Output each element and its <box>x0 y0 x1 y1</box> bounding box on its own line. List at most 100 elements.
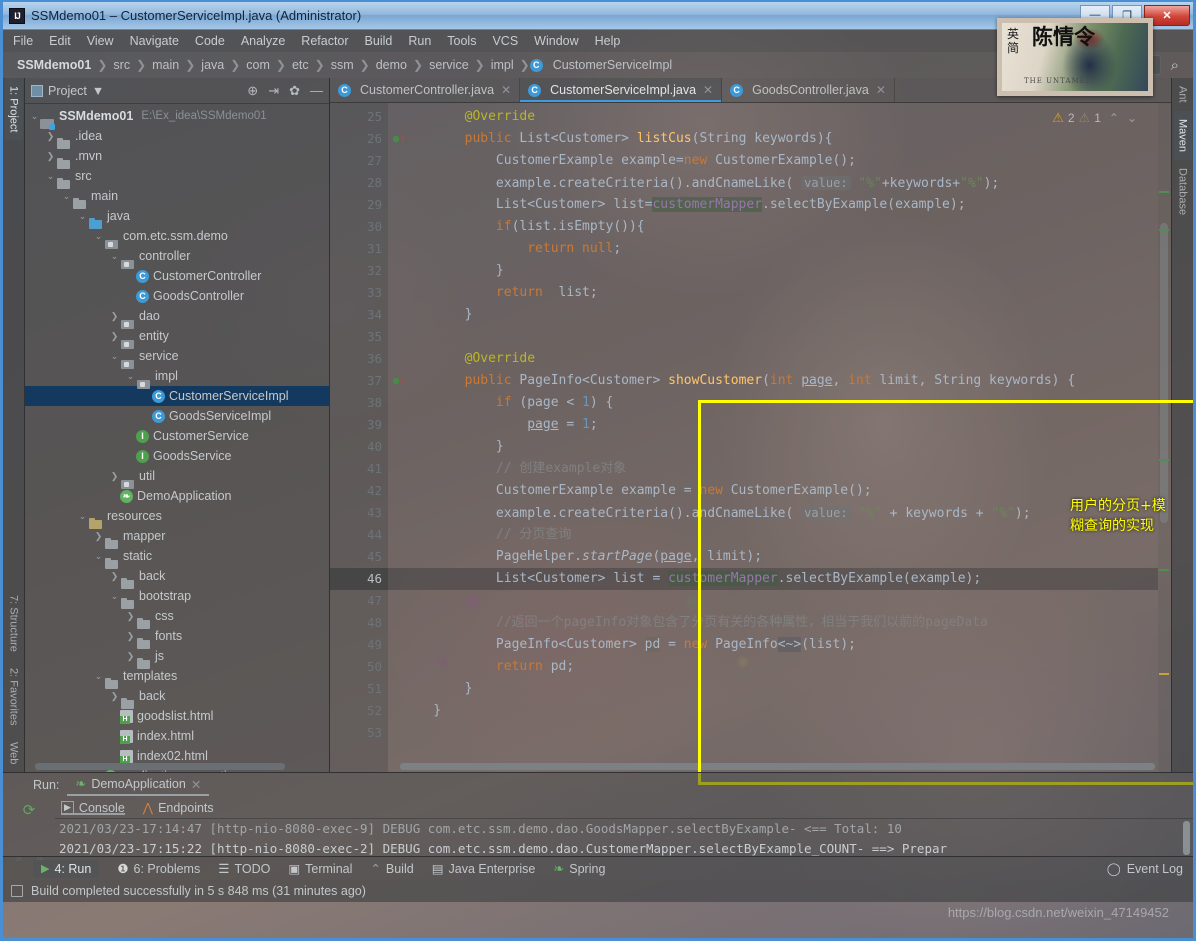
inspection-status-widget[interactable]: ⚠ 2 ⚠ 1 ⌃ ⌄ <box>1052 110 1137 126</box>
tree-node[interactable]: ⌄ service <box>25 346 329 369</box>
code-line[interactable]: } <box>388 436 1158 458</box>
code-line[interactable]: return list; <box>388 282 1158 304</box>
code-text-area[interactable]: @Override public List<Customer> listCus(… <box>388 103 1158 772</box>
gutter-line-number[interactable]: 45 <box>330 546 388 568</box>
code-line[interactable]: CustomerExample example=new CustomerExam… <box>388 150 1158 172</box>
project-tree-hscrollbar[interactable] <box>35 763 285 770</box>
sidebar-item-structure[interactable]: 7: Structure <box>5 587 23 660</box>
tree-node[interactable]: ❯ .mvn <box>25 146 329 169</box>
code-line[interactable]: return null; <box>388 238 1158 260</box>
tool-window-problems[interactable]: ❶ 6: Problems <box>117 861 200 877</box>
chevron-down-icon[interactable]: ⌄ <box>29 111 40 122</box>
tab-endpoints[interactable]: ⋀ Endpoints <box>143 800 214 816</box>
menu-item-view[interactable]: View <box>87 34 114 48</box>
locate-icon[interactable]: ⊕ <box>247 83 258 99</box>
gutter-line-number[interactable]: 51 <box>330 678 388 700</box>
chevron-right-icon[interactable]: ❯ <box>93 531 104 542</box>
menu-item-code[interactable]: Code <box>195 34 225 48</box>
chevron-down-icon[interactable]: ⌄ <box>109 591 120 602</box>
chevron-down-icon[interactable]: ⌄ <box>45 171 56 182</box>
gutter-line-number[interactable]: 38 <box>330 392 388 414</box>
chevron-right-icon[interactable]: ❯ <box>109 311 120 322</box>
tool-window-build[interactable]: ⌃ Build <box>370 861 413 877</box>
tree-node[interactable]: ⌄ bootstrap <box>25 586 329 609</box>
menu-item-run[interactable]: Run <box>408 34 431 48</box>
menu-item-vcs[interactable]: VCS <box>492 34 518 48</box>
rerun-icon[interactable]: ⟳ <box>23 801 36 819</box>
sidebar-item-web[interactable]: Web <box>5 734 23 772</box>
breadcrumb-item-main[interactable]: main <box>146 58 185 72</box>
gutter-line-number[interactable]: 50 <box>330 656 388 678</box>
tree-node[interactable]: C GoodsController <box>25 286 329 306</box>
tree-node[interactable]: C CustomerServiceImpl <box>25 386 329 406</box>
gutter-line-number[interactable]: 27 <box>330 150 388 172</box>
code-line[interactable]: public PageInfo<Customer> showCustomer(i… <box>388 370 1158 392</box>
menu-item-navigate[interactable]: Navigate <box>130 34 179 48</box>
menu-item-window[interactable]: Window <box>534 34 578 48</box>
code-line[interactable]: } <box>388 700 1158 722</box>
gear-icon[interactable]: ✿ <box>289 83 300 99</box>
menu-item-edit[interactable]: Edit <box>49 34 71 48</box>
tool-window-run[interactable]: ▶ 4: Run <box>33 859 100 878</box>
gutter-line-number[interactable]: 28 <box>330 172 388 194</box>
gutter-line-number[interactable]: 40 <box>330 436 388 458</box>
chevron-right-icon[interactable]: ❯ <box>109 331 120 342</box>
tree-node[interactable]: ⌄ java <box>25 206 329 229</box>
gutter-line-number[interactable]: 26 ●↑ <box>330 128 406 150</box>
code-line[interactable]: } <box>388 260 1158 282</box>
code-line[interactable]: CustomerExample example = new CustomerEx… <box>388 480 1158 502</box>
code-line[interactable]: example.createCriteria().andCnameLike( v… <box>388 172 1158 194</box>
console-output[interactable]: 2021/03/23-17:14:47 [http-nio-8080-exec-… <box>55 819 1193 856</box>
tree-node[interactable]: ⌄ com.etc.ssm.demo <box>25 226 329 249</box>
gutter-line-number[interactable]: 52 <box>330 700 388 722</box>
tree-node[interactable]: goodslist.html <box>25 706 329 726</box>
chevron-down-icon[interactable]: ⌄ <box>1127 111 1137 125</box>
tree-node[interactable]: index.html <box>25 726 329 746</box>
code-line[interactable]: List<Customer> list=customerMapper.selec… <box>388 194 1158 216</box>
code-line[interactable]: if(list.isEmpty()){ <box>388 216 1158 238</box>
code-line[interactable]: PageHelper.startPage(page, limit); <box>388 546 1158 568</box>
chevron-down-icon[interactable]: ▼ <box>92 84 104 98</box>
editor-tab[interactable]: C CustomerServiceImpl.java ✕ <box>520 78 723 102</box>
tree-node[interactable]: ❯ fonts <box>25 626 329 649</box>
sidebar-item-project[interactable]: 1: Project <box>4 78 23 141</box>
gutter-line-number[interactable]: 46 <box>330 568 388 590</box>
code-line[interactable]: List<Customer> list = customerMapper.sel… <box>388 568 1158 590</box>
tree-node[interactable]: C CustomerController <box>25 266 329 286</box>
gutter-line-number[interactable]: 42 <box>330 480 388 502</box>
project-panel-title-group[interactable]: Project ▼ <box>31 84 104 98</box>
tree-node[interactable]: ⌄ main <box>25 186 329 209</box>
editor-tab[interactable]: C GoodsController.java ✕ <box>722 78 895 102</box>
tree-node[interactable]: ❯ entity <box>25 326 329 349</box>
sidebar-item-database[interactable]: Database <box>1174 160 1192 223</box>
chevron-right-icon[interactable]: ❯ <box>125 631 136 642</box>
gutter-line-number[interactable]: 29 <box>330 194 388 216</box>
breadcrumb-item-service[interactable]: service <box>423 58 475 72</box>
code-line[interactable]: //返回一个pageInfo对象包含了分页有关的各种属性，相当于我们以前的pag… <box>388 612 1158 634</box>
tree-node[interactable]: ⌄ controller <box>25 246 329 269</box>
chevron-down-icon[interactable]: ⌄ <box>93 671 104 682</box>
chevron-up-icon[interactable]: ⌃ <box>1109 111 1119 125</box>
gutter-line-number[interactable]: 36 <box>330 348 388 370</box>
sidebar-item-maven[interactable]: Maven <box>1173 110 1192 160</box>
tool-window-spring[interactable]: ❧ Spring <box>553 861 605 877</box>
gutter-line-number[interactable]: 47 <box>330 590 388 612</box>
sidebar-item-favorites[interactable]: 2: Favorites <box>5 660 23 733</box>
gutter-line-number[interactable]: 33 <box>330 282 388 304</box>
tree-node[interactable]: C GoodsServiceImpl <box>25 406 329 426</box>
code-line[interactable]: // 创建example对象 <box>388 458 1158 480</box>
tree-node[interactable]: ❯ dao <box>25 306 329 329</box>
tree-node[interactable]: ❯ back <box>25 686 329 709</box>
tree-node[interactable]: ⌄ static <box>25 546 329 569</box>
breadcrumb-item-src[interactable]: src <box>107 58 136 72</box>
chevron-right-icon[interactable]: ❯ <box>45 151 56 162</box>
breadcrumb-item-java[interactable]: java <box>195 58 230 72</box>
tree-node[interactable]: ⌄ resources <box>25 506 329 529</box>
gutter-line-number[interactable]: 31 <box>330 238 388 260</box>
tree-node[interactable]: ❧ DemoApplication <box>25 486 329 506</box>
code-line[interactable]: } <box>388 678 1158 700</box>
editor-marker-strip[interactable] <box>1158 103 1171 772</box>
menu-item-build[interactable]: Build <box>365 34 393 48</box>
tree-node[interactable]: ⌄ impl <box>25 366 329 389</box>
breadcrumb-item-project[interactable]: SSMdemo01 <box>11 58 97 72</box>
